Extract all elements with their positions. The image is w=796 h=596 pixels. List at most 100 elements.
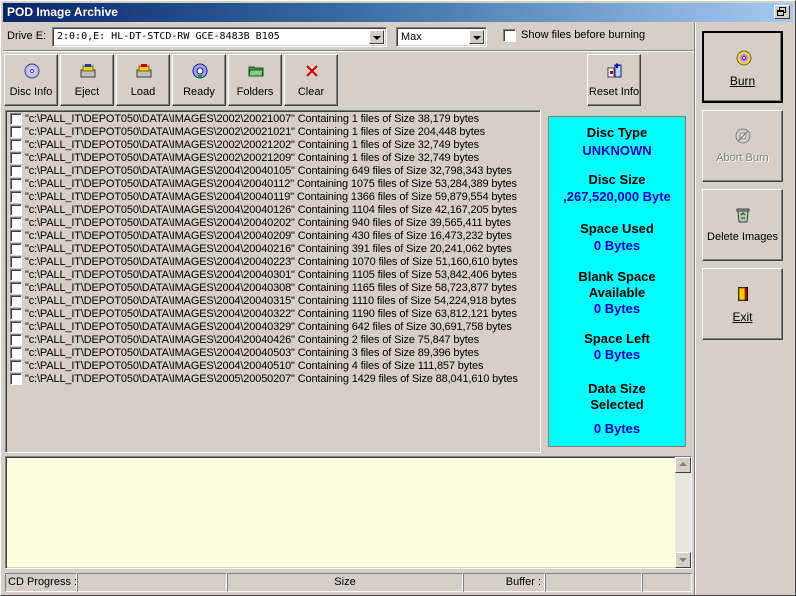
list-item-checkbox[interactable]	[10, 347, 22, 359]
show-files-checkbox[interactable]	[503, 29, 516, 42]
app-window: POD Image Archive Drive E: 2:0:0,E: HL-D…	[0, 0, 796, 596]
disc-info-label: Disc Info	[9, 86, 53, 98]
load-icon	[136, 64, 152, 78]
list-item-checkbox[interactable]	[10, 243, 22, 255]
status-extra-panel	[642, 573, 692, 592]
list-item-checkbox[interactable]	[10, 113, 22, 125]
speed-select[interactable]: Max	[396, 27, 487, 47]
load-label: Load	[130, 86, 156, 98]
list-item-label: "c:\PALL_IT\DEPOT050\DATA\IMAGES\2004\20…	[25, 165, 512, 177]
exit-label: Exit	[703, 310, 782, 324]
list-item-label: "c:\PALL_IT\DEPOT050\DATA\IMAGES\2004\20…	[25, 308, 517, 320]
exit-label-text: Exit	[732, 310, 753, 324]
reset-icon	[607, 63, 622, 78]
list-item-checkbox[interactable]	[10, 282, 22, 294]
list-item-checkbox[interactable]	[10, 126, 22, 138]
list-item-label: "c:\PALL_IT\DEPOT050\DATA\IMAGES\2004\20…	[25, 347, 479, 359]
list-item-label: "c:\PALL_IT\DEPOT050\DATA\IMAGES\2004\20…	[25, 204, 517, 216]
burn-label: Burn	[704, 74, 781, 88]
folders-button[interactable]: Folders	[228, 54, 282, 106]
list-item-checkbox[interactable]	[10, 191, 22, 203]
buffer-label: Buffer :	[463, 573, 545, 592]
load-button[interactable]: Load	[116, 54, 170, 106]
list-item-checkbox[interactable]	[10, 295, 22, 307]
list-item-label: "c:\PALL_IT\DEPOT050\DATA\IMAGES\2002\20…	[25, 139, 479, 151]
list-item-label: "c:\PALL_IT\DEPOT050\DATA\IMAGES\2004\20…	[25, 334, 479, 346]
disc-type-label: Disc Type	[586, 125, 648, 140]
chevron-down-icon[interactable]	[369, 30, 384, 44]
list-item-checkbox[interactable]	[10, 139, 22, 151]
ready-button[interactable]: Ready	[172, 54, 226, 106]
chevron-down-icon[interactable]	[469, 30, 484, 44]
list-item-label: "c:\PALL_IT\DEPOT050\DATA\IMAGES\2004\20…	[25, 191, 517, 203]
list-item-checkbox[interactable]	[10, 204, 22, 216]
title-bar: POD Image Archive	[3, 3, 793, 22]
red-x-icon	[306, 65, 318, 77]
restore-button[interactable]	[774, 5, 790, 19]
list-item-checkbox[interactable]	[10, 373, 22, 385]
list-item-label: "c:\PALL_IT\DEPOT050\DATA\IMAGES\2004\20…	[25, 295, 517, 307]
list-item-checkbox[interactable]	[10, 334, 22, 346]
log-textarea[interactable]	[5, 456, 692, 569]
data-size-value: 0 Bytes	[593, 421, 641, 436]
list-item-checkbox[interactable]	[10, 165, 22, 177]
eject-icon	[80, 64, 96, 78]
list-item-label: "c:\PALL_IT\DEPOT050\DATA\IMAGES\2004\20…	[25, 256, 518, 268]
list-item-checkbox[interactable]	[10, 321, 22, 333]
exit-button[interactable]: Exit	[702, 268, 783, 340]
burn-cd-icon	[736, 50, 752, 66]
cd-progress-label: CD Progress :	[5, 573, 77, 592]
list-item-checkbox[interactable]	[10, 178, 22, 190]
list-item-label: "c:\PALL_IT\DEPOT050\DATA\IMAGES\2004\20…	[25, 217, 511, 229]
abort-burn-button[interactable]: Abort Burn	[702, 110, 783, 182]
drive-select-value: 2:0:0,E: HL-DT-STCD-RW GCE-8483B B105	[57, 31, 280, 42]
list-item-label: "c:\PALL_IT\DEPOT050\DATA\IMAGES\2002\20…	[25, 152, 479, 164]
status-bar: CD Progress : Size Buffer :	[5, 573, 692, 592]
disc-info-panel: Disc Type UNKNOWN Disc Size ,267,520,000…	[548, 116, 686, 447]
space-used-value: 0 Bytes	[593, 238, 641, 253]
log-scrollbar[interactable]	[675, 457, 691, 568]
list-item-checkbox[interactable]	[10, 152, 22, 164]
disc-info-button[interactable]: Disc Info	[4, 54, 58, 106]
folders-label: Folders	[236, 86, 274, 98]
delete-images-button[interactable]: Delete Images	[702, 189, 783, 261]
list-item-checkbox[interactable]	[10, 360, 22, 372]
reset-info-button[interactable]: Reset Info	[587, 54, 641, 106]
list-item-label: "c:\PALL_IT\DEPOT050\DATA\IMAGES\2002\20…	[25, 113, 479, 125]
scroll-up-icon[interactable]	[675, 457, 691, 473]
list-item-label: "c:\PALL_IT\DEPOT050\DATA\IMAGES\2005\20…	[25, 373, 518, 385]
list-item-label: "c:\PALL_IT\DEPOT050\DATA\IMAGES\2004\20…	[25, 360, 484, 372]
burn-button[interactable]: Burn	[702, 31, 783, 103]
drive-select[interactable]: 2:0:0,E: HL-DT-STCD-RW GCE-8483B B105	[52, 27, 387, 47]
size-label: Size	[227, 573, 463, 592]
file-list[interactable]: "c:\PALL_IT\DEPOT050\DATA\IMAGES\2002\20…	[5, 110, 541, 453]
clear-button[interactable]: Clear	[284, 54, 338, 106]
list-item-checkbox[interactable]	[10, 308, 22, 320]
disc-size-label: Disc Size	[588, 172, 646, 187]
recycle-bin-icon	[736, 208, 750, 223]
eject-button[interactable]: Eject	[60, 54, 114, 106]
burn-label-text: Burn	[729, 74, 756, 88]
speed-select-value: Max	[401, 31, 422, 43]
list-item-checkbox[interactable]	[10, 217, 22, 229]
list-item-label: "c:\PALL_IT\DEPOT050\DATA\IMAGES\2004\20…	[25, 269, 517, 281]
list-item-checkbox[interactable]	[10, 269, 22, 281]
abort-icon	[735, 128, 751, 144]
door-exit-icon	[738, 287, 748, 301]
data-size-label: Data Size	[588, 381, 646, 396]
blank-space-label: Blank Space	[578, 269, 656, 284]
cd-progress-bar	[77, 573, 227, 592]
top-divider	[3, 50, 693, 52]
drive-label: Drive E:	[7, 30, 47, 42]
list-item-label: "c:\PALL_IT\DEPOT050\DATA\IMAGES\2004\20…	[25, 243, 512, 255]
list-item-label: "c:\PALL_IT\DEPOT050\DATA\IMAGES\2004\20…	[25, 321, 512, 333]
clear-label: Clear	[297, 86, 325, 98]
buffer-bar	[545, 573, 642, 592]
eject-label: Eject	[74, 86, 100, 98]
scroll-down-icon[interactable]	[675, 552, 691, 568]
list-item-checkbox[interactable]	[10, 256, 22, 268]
disc-type-value: UNKNOWN	[582, 143, 652, 158]
restore-icon	[777, 7, 786, 16]
list-item-checkbox[interactable]	[10, 230, 22, 242]
right-panel-divider	[694, 23, 696, 595]
